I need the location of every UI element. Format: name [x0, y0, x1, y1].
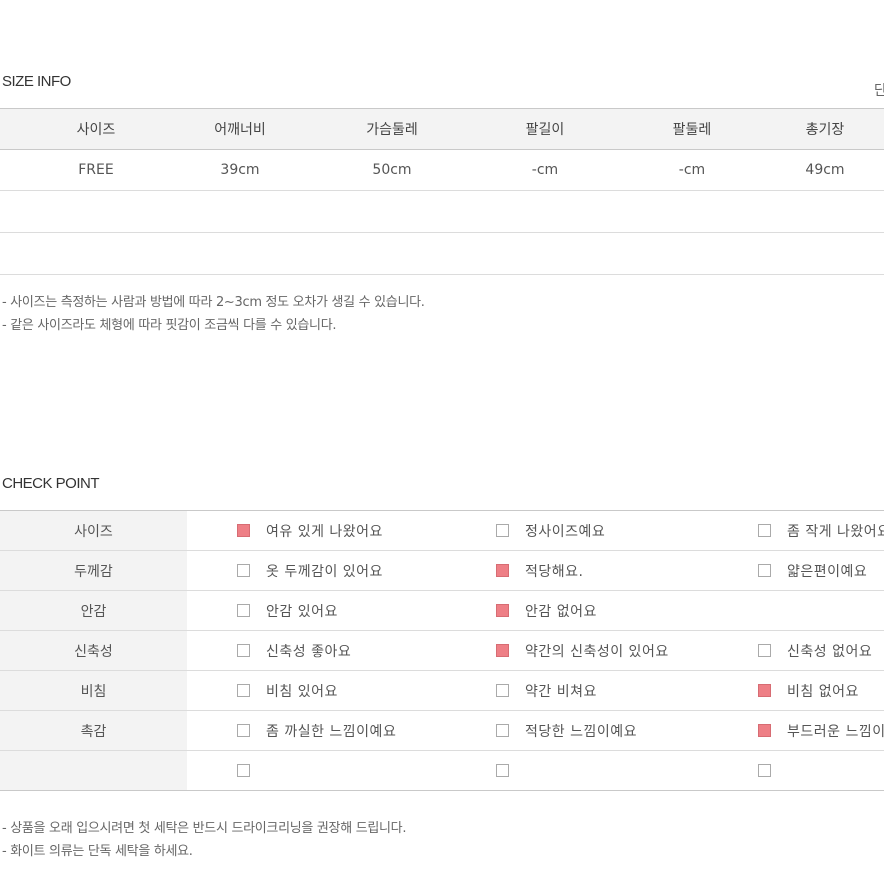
care-note: - 화이트 의류는 단독 세탁을 하세요. [2, 844, 193, 859]
check-row-label: 신축성 [0, 631, 187, 670]
check-option-label: 정사이즈예요 [525, 523, 606, 540]
check-option-label: 부드러운 느낌이예요 [787, 723, 884, 740]
check-option-label: 옷 두께감이 있어요 [266, 563, 383, 580]
check-option[interactable]: 신축성 없어요 [758, 631, 872, 670]
check-option-label: 좀 까실한 느낌이예요 [266, 723, 397, 740]
check-option[interactable]: 약간 비쳐요 [496, 671, 597, 710]
checkbox[interactable] [758, 564, 771, 577]
care-note: - 상품을 오래 입으시려면 첫 세탁은 반드시 드라이크리닝을 권장해 드립니… [2, 821, 407, 836]
size-cell: -cm [531, 162, 559, 178]
check-option[interactable]: 좀 작게 나왔어요 [758, 511, 884, 550]
check-option[interactable]: 신축성 좋아요 [237, 631, 351, 670]
check-option[interactable]: 좀 까실한 느낌이예요 [237, 711, 396, 750]
check-option[interactable]: 비침 없어요 [758, 671, 859, 710]
size-table-header: 사이즈 어깨너비 가슴둘레 팔길이 팔둘레 총기장 [0, 108, 884, 150]
check-option[interactable] [237, 751, 266, 790]
check-table: 사이즈 여유 있게 나왔어요 정사이즈예요 좀 작게 나왔어요두께감 옷 두께감이 있어… [0, 510, 884, 791]
check-option-label: 좀 작게 나왔어요 [787, 523, 884, 540]
check-row [0, 751, 884, 791]
checkbox-checked[interactable] [758, 684, 771, 697]
check-row-label: 안감 [0, 591, 187, 630]
check-row-label: 사이즈 [0, 511, 187, 550]
size-cell: 50cm [372, 162, 412, 178]
check-option[interactable]: 안감 없어요 [496, 591, 597, 630]
check-option-label: 적당한 느낌이예요 [525, 723, 637, 740]
checkbox[interactable] [758, 644, 771, 657]
size-header-cell: 어깨너비 [214, 122, 266, 138]
checkbox-checked[interactable] [496, 604, 509, 617]
check-option[interactable]: 적당해요. [496, 551, 583, 590]
size-table: 사이즈 어깨너비 가슴둘레 팔길이 팔둘레 총기장 FREE 39cm 50cm… [0, 108, 884, 275]
check-point-title: CHECK POINT [2, 475, 100, 492]
check-option-label: 안감 없어요 [525, 603, 597, 620]
checkbox[interactable] [237, 724, 250, 737]
checkbox-checked[interactable] [237, 524, 250, 537]
checkbox-checked[interactable] [496, 564, 509, 577]
table-row-empty [0, 233, 884, 275]
checkbox-checked[interactable] [758, 724, 771, 737]
checkbox[interactable] [237, 684, 250, 697]
check-row-label [0, 751, 187, 790]
check-option-label: 비침 없어요 [787, 683, 859, 700]
check-option[interactable]: 비침 있어요 [237, 671, 338, 710]
checkbox[interactable] [496, 764, 509, 777]
checkbox[interactable] [496, 684, 509, 697]
size-cell: 39cm [220, 162, 260, 178]
checkbox[interactable] [237, 604, 250, 617]
check-option[interactable]: 적당한 느낌이예요 [496, 711, 637, 750]
size-header-cell: 사이즈 [76, 122, 116, 138]
checkbox-checked[interactable] [496, 644, 509, 657]
check-row: 촉감 좀 까실한 느낌이예요 적당한 느낌이예요 부드러운 느낌이예요 [0, 711, 884, 751]
table-row: FREE 39cm 50cm -cm -cm 49cm [0, 150, 884, 191]
check-option[interactable]: 얇은편이예요 [758, 551, 867, 590]
check-row-label: 비침 [0, 671, 187, 710]
checkbox[interactable] [758, 524, 771, 537]
check-option-label: 비침 있어요 [266, 683, 338, 700]
checkbox[interactable] [758, 764, 771, 777]
check-option[interactable]: 여유 있게 나왔어요 [237, 511, 383, 550]
check-option-label: 적당해요. [525, 563, 584, 580]
check-option[interactable]: 정사이즈예요 [496, 511, 605, 550]
check-row-label: 촉감 [0, 711, 187, 750]
check-row: 비침 비침 있어요 약간 비쳐요 비침 없어요 [0, 671, 884, 711]
check-option[interactable] [758, 751, 787, 790]
size-note: - 같은 사이즈라도 체형에 따라 핏감이 조금씩 다를 수 있습니다. [2, 318, 337, 333]
check-option[interactable] [496, 751, 525, 790]
check-option[interactable]: 옷 두께감이 있어요 [237, 551, 383, 590]
check-option[interactable]: 부드러운 느낌이예요 [758, 711, 884, 750]
checkbox[interactable] [237, 564, 250, 577]
size-cell: -cm [678, 162, 706, 178]
table-row-empty [0, 191, 884, 233]
size-note: - 사이즈는 측정하는 사람과 방법에 따라 2~3cm 정도 오차가 생길 수… [2, 295, 425, 310]
unit-label: 단 [874, 83, 884, 99]
checkbox[interactable] [237, 764, 250, 777]
check-row: 두께감 옷 두께감이 있어요 적당해요. 얇은편이예요 [0, 551, 884, 591]
check-option-label: 신축성 없어요 [787, 643, 873, 660]
size-info-title: SIZE INFO [2, 73, 71, 90]
checkbox[interactable] [496, 524, 509, 537]
size-header-cell: 총기장 [805, 122, 845, 138]
size-header-cell: 가슴둘레 [366, 122, 418, 138]
checkbox[interactable] [496, 724, 509, 737]
check-option-label: 약간의 신축성이 있어요 [525, 643, 669, 660]
check-row: 안감 안감 있어요 안감 없어요 [0, 591, 884, 631]
page: SIZE INFO 단 사이즈 어깨너비 가슴둘레 팔길이 팔둘레 총기장 FR… [0, 0, 884, 884]
check-option-label: 안감 있어요 [266, 603, 338, 620]
check-row-label: 두께감 [0, 551, 187, 590]
check-option[interactable]: 안감 있어요 [237, 591, 338, 630]
check-option-label: 약간 비쳐요 [525, 683, 597, 700]
size-header-cell: 팔길이 [525, 122, 565, 138]
check-option[interactable]: 약간의 신축성이 있어요 [496, 631, 669, 670]
size-cell: 49cm [805, 162, 845, 178]
checkbox[interactable] [237, 644, 250, 657]
check-option-label: 신축성 좋아요 [266, 643, 352, 660]
check-option-label: 여유 있게 나왔어요 [266, 523, 383, 540]
check-option-label: 얇은편이예요 [787, 563, 868, 580]
size-header-cell: 팔둘레 [672, 122, 712, 138]
check-row: 사이즈 여유 있게 나왔어요 정사이즈예요 좀 작게 나왔어요 [0, 511, 884, 551]
size-cell: FREE [78, 162, 114, 178]
check-row: 신축성 신축성 좋아요 약간의 신축성이 있어요 신축성 없어요 [0, 631, 884, 671]
